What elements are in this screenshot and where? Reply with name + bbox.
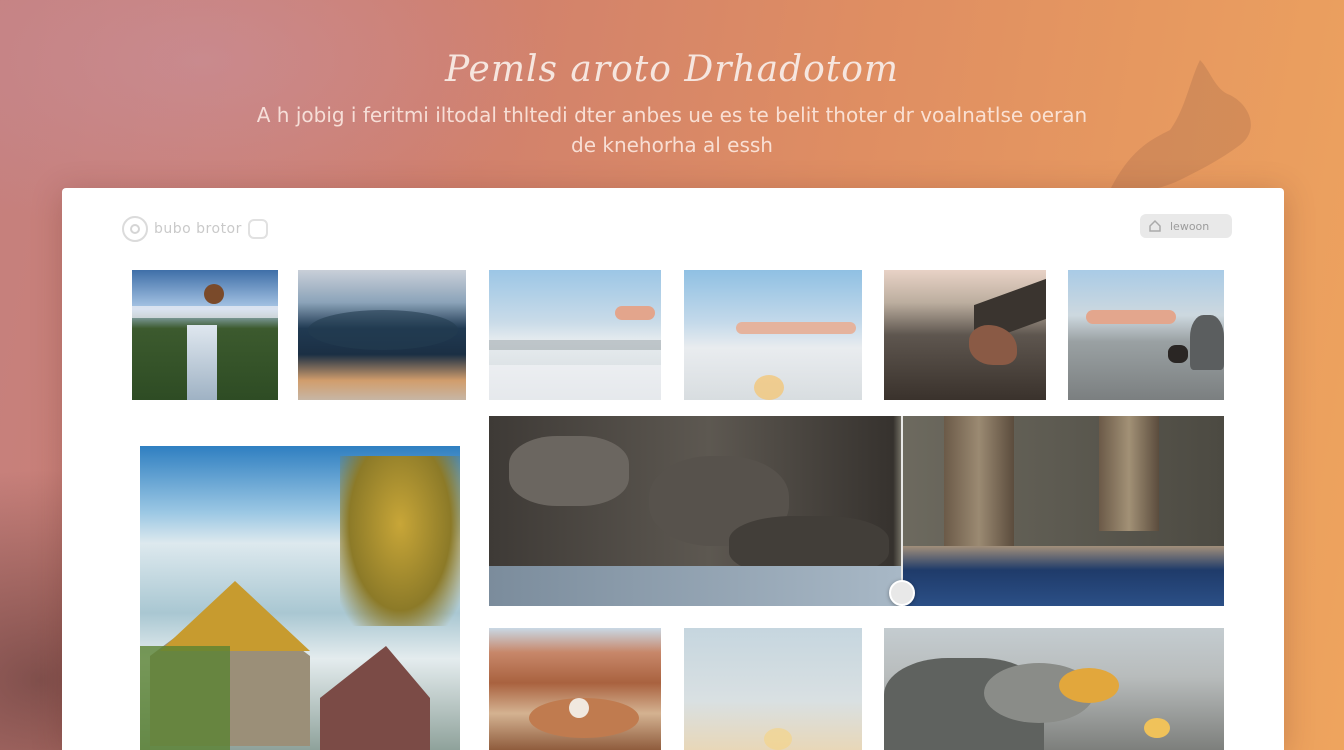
snowy-coast-photo[interactable] (684, 270, 862, 400)
mountain-river-photo[interactable] (132, 270, 278, 400)
lake-reflection-photo[interactable] (298, 270, 466, 400)
dog-by-lake-photo[interactable] (1068, 270, 1224, 400)
user-profile[interactable]: bubo brotor (122, 216, 268, 242)
twisted-tree-photo[interactable] (884, 270, 1046, 400)
comparison-slider-handle[interactable] (889, 580, 915, 606)
gallery-window: bubo brotor lewoon (62, 188, 1284, 750)
misty-shore-photo[interactable] (489, 270, 661, 400)
user-icon[interactable] (247, 219, 268, 239)
rock-and-trees-comparison-photo[interactable] (489, 416, 1224, 606)
home-button-label: lewoon (1170, 219, 1210, 233)
coastal-house-photo[interactable] (140, 446, 460, 750)
hero-header: Pemls aroto Drhadotom A h jobig i feritm… (0, 40, 1344, 160)
page-subtitle: A h jobig i feritmi iltodal thltedi dter… (256, 103, 1088, 157)
home-button[interactable]: lewoon (1140, 214, 1232, 238)
logo-icon (122, 216, 148, 242)
home-icon (1148, 219, 1162, 233)
page-title: Pemls aroto Drhadotom (444, 49, 900, 90)
comparison-slider-line[interactable] (901, 416, 903, 606)
user-name-label: bubo brotor (154, 221, 242, 237)
autumn-nest-photo[interactable] (489, 628, 661, 750)
car-interior-photo[interactable] (884, 628, 1224, 750)
hazy-sky-photo[interactable] (684, 628, 862, 750)
